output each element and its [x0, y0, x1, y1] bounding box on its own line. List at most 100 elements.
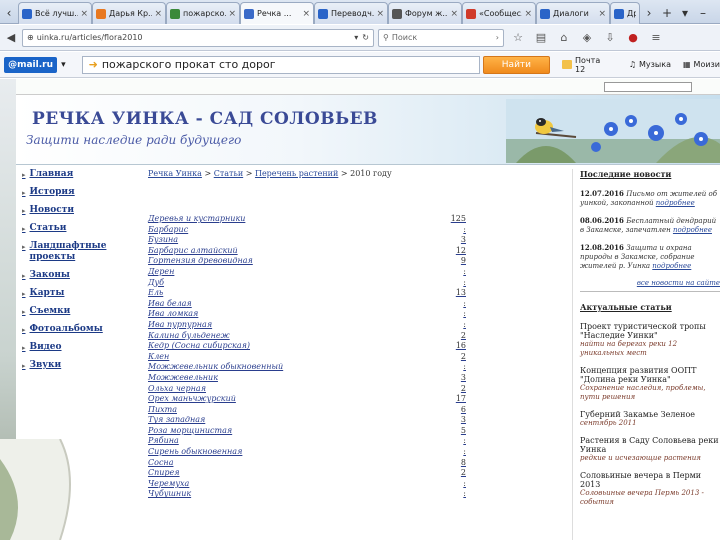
- article-item[interactable]: Концепция развития ООПТ "Долина реки Уин…: [580, 366, 720, 402]
- plant-row[interactable]: Сирень обыкновенная:: [148, 447, 466, 458]
- browser-tab[interactable]: Диалоги ×: [536, 2, 610, 24]
- download-icon[interactable]: ⇩: [601, 29, 619, 47]
- pocket-icon[interactable]: ◈: [578, 29, 596, 47]
- plant-name: Ель: [148, 288, 164, 298]
- site-search-box[interactable]: [604, 82, 692, 92]
- plant-row[interactable]: Можжевельник 3: [148, 373, 466, 384]
- plant-row[interactable]: Можжевельник обыкновенный:: [148, 362, 466, 373]
- plant-row[interactable]: Клен 2: [148, 352, 466, 363]
- plant-row[interactable]: Рябина:: [148, 436, 466, 447]
- plant-row[interactable]: Орех маньчжурский 17: [148, 394, 466, 405]
- menu-item[interactable]: ▸ Карты: [22, 288, 130, 299]
- tab-close-icon[interactable]: ×: [450, 9, 458, 19]
- plant-row[interactable]: Гортензия древовидная 9: [148, 256, 466, 267]
- menu-item[interactable]: ▸ Съемки: [22, 306, 130, 317]
- plant-row[interactable]: Ель 13: [148, 288, 466, 299]
- browser-tab[interactable]: Дарья Кр... ×: [92, 2, 166, 24]
- article-item[interactable]: Проект туристической тропы "Наследие Уин…: [580, 322, 720, 358]
- tab-close-icon[interactable]: ×: [524, 9, 532, 19]
- plant-row[interactable]: Калина бульденеж 2: [148, 331, 466, 342]
- news-more-link[interactable]: подробнее: [673, 226, 712, 234]
- plant-row[interactable]: Ива пурпурная:: [148, 320, 466, 331]
- tab-close-icon[interactable]: ×: [228, 9, 236, 19]
- breadcrumb-item[interactable]: Перечень растений: [255, 169, 338, 178]
- tab-close-icon[interactable]: ×: [302, 9, 310, 19]
- find-button[interactable]: Найти: [483, 55, 550, 74]
- search-go-icon[interactable]: ›: [496, 33, 499, 42]
- browser-tab[interactable]: Всё лучш... ×: [18, 2, 92, 24]
- plant-name: Чубушник: [148, 489, 192, 499]
- plant-row[interactable]: Кедр (Сосна сибирская) 16: [148, 341, 466, 352]
- plant-row[interactable]: Черемуха:: [148, 479, 466, 490]
- nav-bar: ◀ ⊕ uinka.ru/articles/flora2010 ▾ ↻ ⚲ По…: [0, 25, 720, 51]
- plant-row[interactable]: Деревья и кустарники 125: [148, 214, 466, 225]
- breadcrumb-item[interactable]: Речка Уинка: [148, 169, 202, 178]
- plant-row[interactable]: Бузина 3: [148, 235, 466, 246]
- browser-tab[interactable]: Переводч...×: [314, 2, 388, 24]
- browser-tab[interactable]: пожарско...×: [166, 2, 240, 24]
- home-icon[interactable]: ⌂: [555, 29, 573, 47]
- address-bar[interactable]: ⊕ uinka.ru/articles/flora2010 ▾ ↻: [22, 28, 374, 47]
- browser-tab[interactable]: Форум ж... ×: [388, 2, 462, 24]
- plant-row[interactable]: Ива ломкая:: [148, 309, 466, 320]
- news-date: 12.07.2016: [580, 189, 627, 198]
- menu-item[interactable]: ▸ Новости: [22, 205, 130, 216]
- bookmark-star-icon[interactable]: ☆: [509, 29, 527, 47]
- plant-row[interactable]: Барбарис:: [148, 225, 466, 236]
- plant-row[interactable]: Ива белая:: [148, 299, 466, 310]
- menu-item[interactable]: ▸ Фотоальбомы: [22, 324, 130, 335]
- plant-row[interactable]: Туя западная 3: [148, 415, 466, 426]
- mail-button[interactable]: Почта 12: [561, 56, 611, 74]
- article-item[interactable]: Растения в Саду Соловьева реки Уинка редк…: [580, 436, 720, 463]
- menu-item[interactable]: ▸ История: [22, 187, 130, 198]
- plant-row[interactable]: Сосна 8: [148, 458, 466, 469]
- menu-icon[interactable]: ≡: [647, 29, 665, 47]
- news-more-link[interactable]: подробнее: [656, 199, 695, 207]
- plant-row[interactable]: Роза морщинистая 5: [148, 426, 466, 437]
- menu-item[interactable]: ▸ Звуки: [22, 360, 130, 371]
- plant-row[interactable]: Пихта 6: [148, 405, 466, 416]
- page-curl-decoration: [0, 439, 71, 540]
- menu-item[interactable]: ▸ Статьи: [22, 223, 130, 234]
- back-arrow-icon[interactable]: ‹: [0, 2, 18, 24]
- music-button[interactable]: ♫ Музыка: [629, 60, 671, 69]
- article-item[interactable]: Губерний Закамье Зеленое сентябрь 2011: [580, 410, 720, 428]
- menu-item[interactable]: ▸ Видео: [22, 342, 130, 353]
- tab-close-icon[interactable]: ×: [80, 9, 88, 19]
- bookmarks-list-icon[interactable]: ▤: [532, 29, 550, 47]
- article-item[interactable]: Соловьиные вечера в Перми 2013 Соловьиные…: [580, 471, 720, 507]
- tab-close-icon[interactable]: ×: [598, 9, 606, 19]
- search-input[interactable]: ⚲ Поиск ›: [378, 28, 504, 47]
- browser-tab[interactable]: Речка ... ×: [240, 2, 314, 24]
- plant-row[interactable]: Чубушник:: [148, 489, 466, 500]
- browser-tab[interactable]: «Сообщес...×: [462, 2, 536, 24]
- menu-item[interactable]: ▸ Ландшафтные проекты: [22, 241, 130, 263]
- tab-scroll-right-icon[interactable]: ›: [640, 2, 658, 24]
- reload-icon[interactable]: ↻: [362, 33, 369, 42]
- tab-list-icon[interactable]: ▾: [676, 2, 694, 24]
- adblock-icon[interactable]: ●: [624, 29, 642, 47]
- news-more-link[interactable]: подробнее: [652, 262, 691, 270]
- mailru-search-field[interactable]: ➜ пожарского прокат сто дорог: [81, 55, 481, 74]
- new-tab-icon[interactable]: +: [658, 2, 676, 24]
- plant-row[interactable]: Дуб:: [148, 278, 466, 289]
- breadcrumb-item[interactable]: Статьи: [214, 169, 243, 178]
- extra-button[interactable]: ▦ Моизи: [683, 60, 720, 69]
- mailru-logo[interactable]: @mail.ru: [4, 56, 58, 73]
- toolbar-options-icon[interactable]: ▾: [61, 60, 66, 70]
- plant-name: Можжевельник обыкновенный: [148, 362, 284, 372]
- tab-close-icon[interactable]: ×: [154, 9, 162, 19]
- plant-row[interactable]: Спирея 2: [148, 468, 466, 479]
- back-button[interactable]: ◀: [2, 29, 20, 47]
- all-news-link[interactable]: все новости на сайте: [580, 279, 720, 287]
- plant-row[interactable]: Барбарис алтайский 12: [148, 246, 466, 257]
- news-item: 08.06.2016 Бесплатный дендрарий в Закамс…: [580, 216, 720, 235]
- minimize-icon[interactable]: –: [694, 2, 712, 24]
- plant-row[interactable]: Дерен:: [148, 267, 466, 278]
- tab-close-icon[interactable]: ×: [376, 9, 384, 19]
- menu-item[interactable]: ▸ Главная: [22, 169, 130, 180]
- browser-tab[interactable]: Др: [610, 2, 640, 24]
- menu-item[interactable]: ▸ Законы: [22, 270, 130, 281]
- plant-row[interactable]: Ольха черная 2: [148, 384, 466, 395]
- dropdown-arrow-icon[interactable]: ▾: [354, 33, 358, 42]
